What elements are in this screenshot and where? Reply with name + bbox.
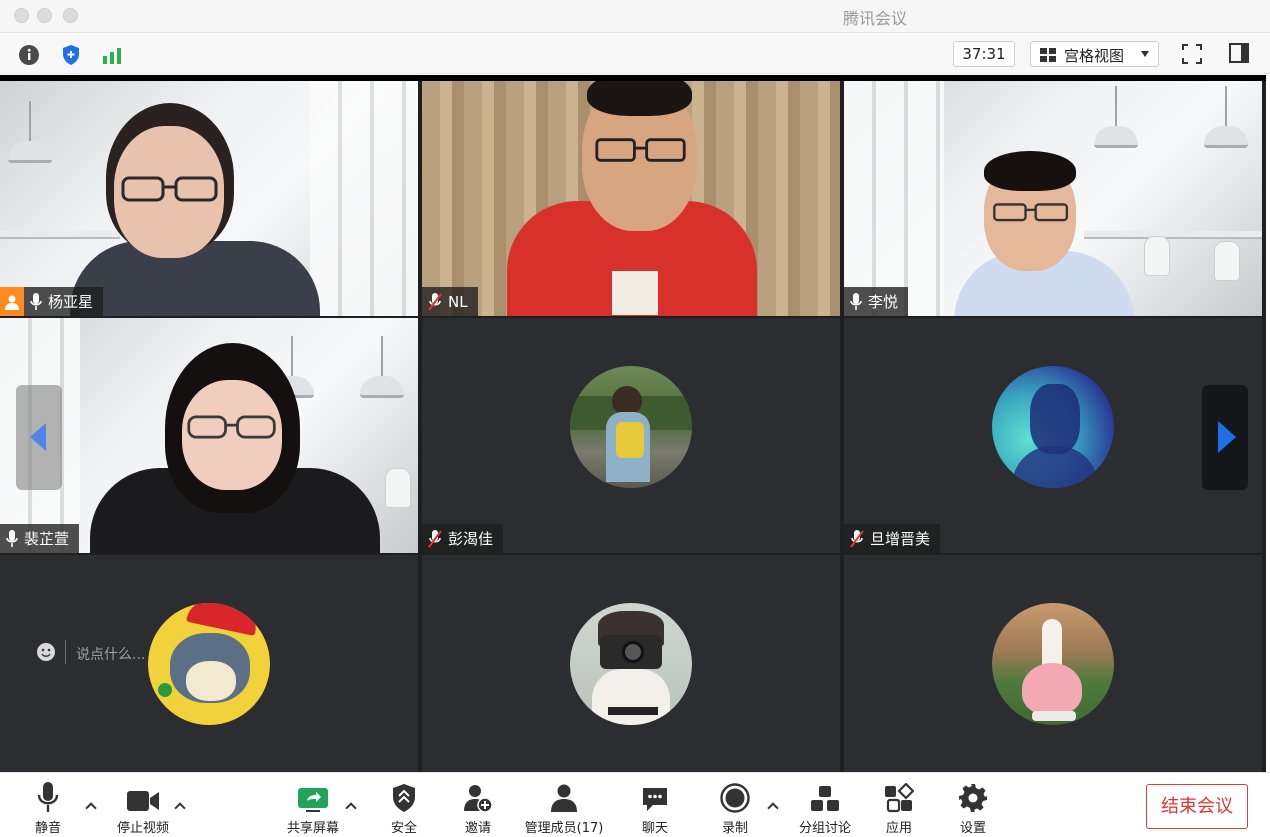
arrow-left-icon	[30, 423, 46, 451]
participant-tile[interactable]: NL	[422, 81, 840, 316]
invite-person-icon	[464, 785, 493, 813]
view-mode-label: 宫格视图	[1064, 47, 1125, 65]
host-person-icon	[5, 295, 19, 310]
avatar	[992, 603, 1114, 725]
avatar	[992, 366, 1114, 488]
stop-video-label: 停止视频	[116, 821, 169, 836]
chat-quick-input[interactable]: 说点什么...	[28, 632, 188, 674]
avatar	[570, 366, 692, 488]
video-grid: 杨亚星 NL 李悦 裴芷萱 彭渴佳 旦增晋美	[0, 75, 1266, 772]
microphone-icon	[6, 529, 18, 547]
share-options-chevron[interactable]	[345, 802, 357, 814]
view-mode-dropdown[interactable]: 宫格视图	[1030, 41, 1159, 67]
microphone-icon	[850, 292, 862, 310]
record-button[interactable]: 录制	[717, 779, 753, 836]
manage-members-label: 管理成员(17)	[524, 821, 604, 836]
end-meeting-button[interactable]: 结束会议	[1146, 784, 1248, 829]
stop-video-button[interactable]: 停止视频	[112, 779, 174, 836]
apps-icon	[885, 783, 914, 813]
info-icon[interactable]	[17, 43, 41, 67]
record-icon	[720, 783, 750, 813]
settings-button[interactable]: 设置	[955, 779, 991, 836]
security-button[interactable]: 安全	[386, 779, 422, 836]
video-options-chevron[interactable]	[174, 802, 186, 814]
invite-button[interactable]: 邀请	[460, 779, 496, 836]
muted-microphone-icon	[428, 292, 442, 311]
participant-nametag: NL	[422, 287, 478, 316]
participant-tile-active-speaker[interactable]: 李悦	[844, 81, 1262, 316]
stage-top-edge	[0, 75, 1266, 81]
microphone-icon	[30, 292, 42, 310]
grid-view-icon	[1040, 48, 1056, 62]
participant-name: 裴芷萱	[24, 530, 70, 548]
share-screen-label: 共享屏幕	[286, 821, 339, 836]
record-label: 录制	[721, 821, 748, 836]
participant-nametag: 裴芷萱	[0, 524, 80, 553]
shield-icon[interactable]	[59, 43, 83, 67]
mute-button[interactable]: 静音	[30, 779, 66, 836]
participant-tile[interactable]: 杨亚星	[0, 81, 418, 316]
glasses	[121, 176, 218, 202]
window-title: 腾讯会议	[842, 9, 907, 28]
invite-label: 邀请	[464, 821, 491, 836]
share-screen-button[interactable]: 共享屏幕	[284, 779, 342, 836]
breakout-rooms-button[interactable]: 分组讨论	[796, 779, 854, 836]
breakout-rooms-label: 分组讨论	[798, 821, 851, 836]
chat-button[interactable]: 聊天	[637, 779, 673, 836]
side-panel-icon[interactable]	[1229, 43, 1249, 63]
settings-label: 设置	[959, 821, 986, 836]
glasses	[595, 138, 686, 162]
arrow-right-icon	[1218, 421, 1236, 453]
participant-tile[interactable]: 裴芷萱	[0, 318, 418, 553]
participant-tile[interactable]: 彭渴佳	[422, 318, 840, 553]
participant-name: 旦增晋美	[870, 530, 931, 548]
video-camera-icon	[127, 791, 159, 811]
chat-label: 聊天	[641, 821, 668, 836]
glasses	[187, 415, 276, 439]
meeting-toolbar: 静音 停止视频 共享屏幕 安全 邀请 管理成员(17) 聊天 录制 分组讨论 应…	[0, 772, 1270, 837]
participant-name: 李悦	[868, 293, 899, 311]
glasses	[993, 203, 1069, 222]
security-label: 安全	[390, 821, 417, 836]
mute-options-chevron[interactable]	[85, 802, 97, 814]
participant-name: 彭渴佳	[448, 530, 494, 548]
participant-nametag: 杨亚星	[0, 287, 104, 316]
participant-nametag: 旦增晋美	[844, 524, 941, 553]
participant-nametag: 彭渴佳	[422, 524, 504, 553]
fullscreen-icon[interactable]	[1182, 44, 1202, 64]
next-page-button[interactable]	[1202, 385, 1248, 490]
participant-tile[interactable]: 旦增晋美	[844, 318, 1262, 553]
participant-tile[interactable]	[422, 555, 840, 772]
host-badge	[0, 287, 24, 316]
mute-label: 静音	[34, 821, 61, 836]
share-screen-icon	[298, 788, 328, 812]
participant-nametag: 李悦	[844, 287, 909, 316]
breakout-rooms-icon	[811, 786, 839, 811]
chat-bubble-icon	[643, 788, 667, 811]
apps-label: 应用	[885, 821, 912, 836]
manage-members-button[interactable]: 管理成员(17)	[524, 779, 604, 836]
participant-name: NL	[448, 292, 468, 311]
emoji-icon[interactable]	[36, 642, 56, 662]
muted-microphone-icon	[850, 529, 864, 548]
participant-name: 杨亚星	[48, 293, 94, 311]
security-shield-icon	[393, 784, 415, 812]
avatar	[570, 603, 692, 725]
previous-page-button[interactable]	[16, 385, 62, 490]
meeting-timer: 37:31	[953, 41, 1015, 67]
meeting-info-bar: 37:31 宫格视图	[0, 34, 1270, 74]
muted-microphone-icon	[428, 529, 442, 548]
title-bar: 腾讯会议	[0, 0, 1270, 33]
members-icon	[551, 784, 577, 812]
gear-icon	[959, 784, 987, 812]
chat-placeholder: 说点什么...	[76, 647, 146, 663]
signal-icon[interactable]	[100, 43, 124, 67]
record-options-chevron[interactable]	[767, 802, 779, 814]
caret-down-icon	[1141, 51, 1149, 57]
apps-button[interactable]: 应用	[881, 779, 917, 836]
microphone-icon	[37, 782, 59, 812]
participant-tile[interactable]	[844, 555, 1262, 772]
